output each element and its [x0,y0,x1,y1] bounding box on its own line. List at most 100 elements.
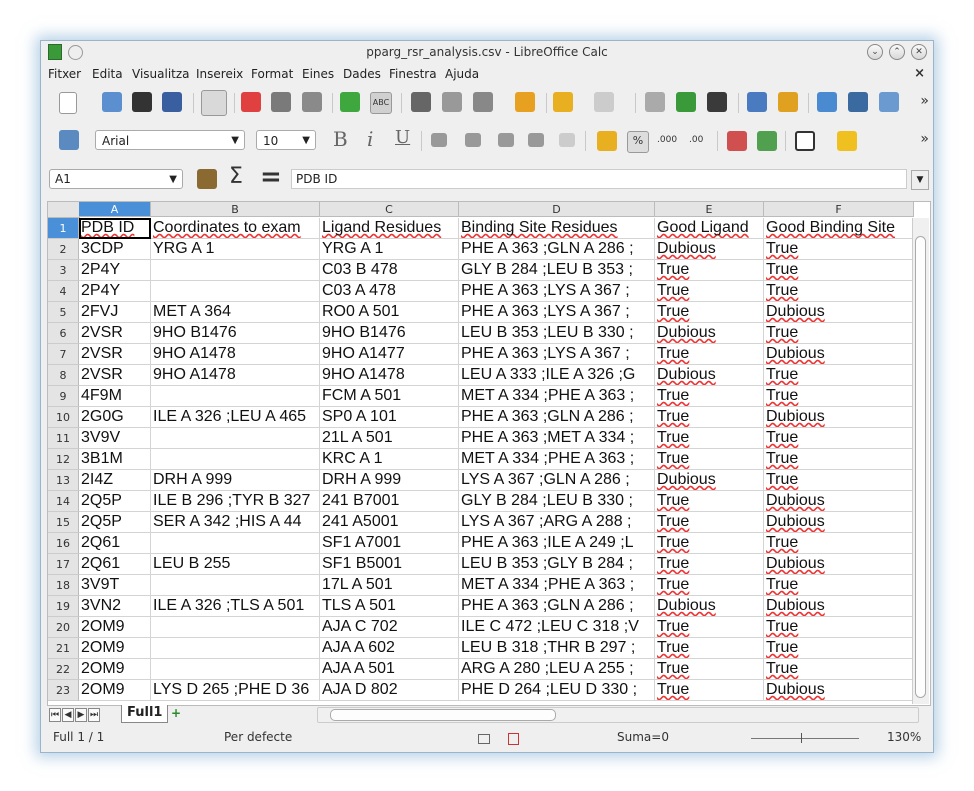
toolbar-overflow-icon[interactable]: » [920,93,929,109]
header-cell-pdb-id[interactable]: PDB ID [79,218,151,239]
column-header-c[interactable]: C [320,202,459,217]
cell-binding-site-residues[interactable]: PHE A 363 ;GLN A 286 ; [459,596,655,617]
cell-binding-site-residues[interactable]: MET A 334 ;PHE A 363 ; [459,575,655,596]
row-header[interactable]: 18 [48,575,79,596]
cell-pdb-id[interactable]: 2OM9 [79,617,151,638]
cell-pdb-id[interactable]: 2Q61 [79,554,151,575]
title-bar[interactable]: pparg_rsr_analysis.csv - LibreOffice Cal… [41,41,933,63]
menu-edita[interactable]: Edita [92,67,123,81]
cell-good-ligand[interactable]: True [655,281,764,302]
cell-coordinates[interactable]: 9HO A1478 [151,344,320,365]
cell-pdb-id[interactable]: 3V9T [79,575,151,596]
header-cell-binding-site-residues[interactable]: Binding Site Residues [459,218,655,239]
header-cell-good-ligand[interactable]: Good Ligand [655,218,764,239]
cell-pdb-id[interactable]: 3B1M [79,449,151,470]
cell-coordinates[interactable] [151,449,320,470]
column-header-d[interactable]: D [459,202,655,217]
cell-binding-site-residues[interactable]: LEU A 333 ;ILE A 326 ;G [459,365,655,386]
cell-binding-site-residues[interactable]: PHE A 363 ;ILE A 249 ;L [459,533,655,554]
cell-pdb-id[interactable]: 2P4Y [79,260,151,281]
cell-good-ligand[interactable]: True [655,302,764,323]
cell-ligand-residues[interactable]: AJA A 602 [320,638,459,659]
sort-ascending-icon[interactable] [676,92,696,112]
cell-coordinates[interactable] [151,386,320,407]
redo-icon[interactable] [594,92,614,112]
sum-icon[interactable]: Σ [229,164,243,189]
cell-good-ligand[interactable]: True [655,512,764,533]
cell-pdb-id[interactable]: 3CDP [79,239,151,260]
cell-pdb-id[interactable]: 2Q61 [79,533,151,554]
last-sheet-icon[interactable]: ⏭ [88,708,100,722]
cell-ligand-residues[interactable]: SF1 A7001 [320,533,459,554]
cell-coordinates[interactable] [151,281,320,302]
cell-good-ligand[interactable]: True [655,617,764,638]
cell-coordinates[interactable] [151,533,320,554]
row-header[interactable]: 11 [48,428,79,449]
row-header[interactable]: 20 [48,617,79,638]
cell-binding-site-residues[interactable]: GLY B 284 ;LEU B 330 ; [459,491,655,512]
navigator-icon[interactable] [817,92,837,112]
horizontal-scroll-thumb[interactable] [330,709,556,721]
cell-binding-site-residues[interactable]: ARG A 280 ;LEU A 255 ; [459,659,655,680]
clone-formatting-icon[interactable] [515,92,535,112]
cell-good-binding-site[interactable]: Dubious [764,554,914,575]
row-header[interactable]: 9 [48,386,79,407]
chart-icon[interactable] [747,92,767,112]
name-box[interactable]: A1 ▼ [49,169,183,189]
cell-ligand-residues[interactable]: 241 B7001 [320,491,459,512]
cell-binding-site-residues[interactable]: PHE A 363 ;LYS A 367 ; [459,302,655,323]
row-header[interactable]: 16 [48,533,79,554]
cell-good-binding-site[interactable]: Dubious [764,344,914,365]
spellcheck-icon[interactable] [340,92,360,112]
cell-good-binding-site[interactable]: True [764,281,914,302]
expand-formula-icon[interactable]: ▼ [911,170,929,190]
cell-ligand-residues[interactable]: YRG A 1 [320,239,459,260]
page-style[interactable]: Per defecte [224,730,292,744]
row-header[interactable]: 15 [48,512,79,533]
cell-good-ligand[interactable]: True [655,428,764,449]
selection-mode-icon[interactable] [478,734,490,744]
close-icon[interactable]: ✕ [911,44,927,60]
copy-icon[interactable] [442,92,462,112]
cell-binding-site-residues[interactable]: PHE A 363 ;LYS A 367 ; [459,281,655,302]
cell-binding-site-residues[interactable]: ILE C 472 ;LEU C 318 ;V [459,617,655,638]
new-document-icon[interactable] [59,92,77,114]
cell-good-binding-site[interactable]: True [764,323,914,344]
edit-mode-icon[interactable] [201,90,227,116]
row-header[interactable]: 12 [48,449,79,470]
cell-coordinates[interactable]: DRH A 999 [151,470,320,491]
cell-good-binding-site[interactable]: True [764,659,914,680]
cell-pdb-id[interactable]: 2P4Y [79,281,151,302]
delete-decimal-icon[interactable]: .00 [689,135,703,145]
cell-good-binding-site[interactable]: Dubious [764,680,914,701]
cell-coordinates[interactable]: ILE B 296 ;TYR B 327 [151,491,320,512]
row-header[interactable]: 19 [48,596,79,617]
cell-good-ligand[interactable]: True [655,260,764,281]
sheet-tab-full1[interactable]: Full1 [121,705,169,723]
menu-dades[interactable]: Dades [343,67,381,81]
cell-good-binding-site[interactable]: True [764,470,914,491]
cell-good-binding-site[interactable]: Dubious [764,407,914,428]
cell-good-binding-site[interactable]: True [764,365,914,386]
spreadsheet-grid[interactable]: A B C D E F 1 PDB ID Coordinates to exam Li… [47,201,931,706]
row-header[interactable]: 5 [48,302,79,323]
autospellcheck-icon[interactable]: ABC [370,92,392,114]
cell-pdb-id[interactable]: 2I4Z [79,470,151,491]
toolbar-overflow-icon[interactable]: » [920,131,929,147]
row-header[interactable]: 4 [48,281,79,302]
borders-icon[interactable] [795,131,815,151]
minimize-icon[interactable]: ⌄ [867,44,883,60]
cell-good-ligand[interactable]: True [655,680,764,701]
formula-input[interactable]: PDB ID [291,169,907,189]
cell-ligand-residues[interactable]: C03 B 478 [320,260,459,281]
cell-ligand-residues[interactable]: SP0 A 101 [320,407,459,428]
cell-coordinates[interactable] [151,260,320,281]
row-header[interactable]: 2 [48,239,79,260]
cell-binding-site-residues[interactable]: PHE A 363 ;GLN A 286 ; [459,407,655,428]
row-header[interactable]: 8 [48,365,79,386]
header-cell-good-binding-site[interactable]: Good Binding Site [764,218,914,239]
function-wizard-icon[interactable] [197,169,217,189]
menu-visualitza[interactable]: Visualitza [132,67,190,81]
cell-binding-site-residues[interactable]: PHE A 363 ;LYS A 367 ; [459,344,655,365]
horizontal-scrollbar[interactable] [317,707,919,723]
